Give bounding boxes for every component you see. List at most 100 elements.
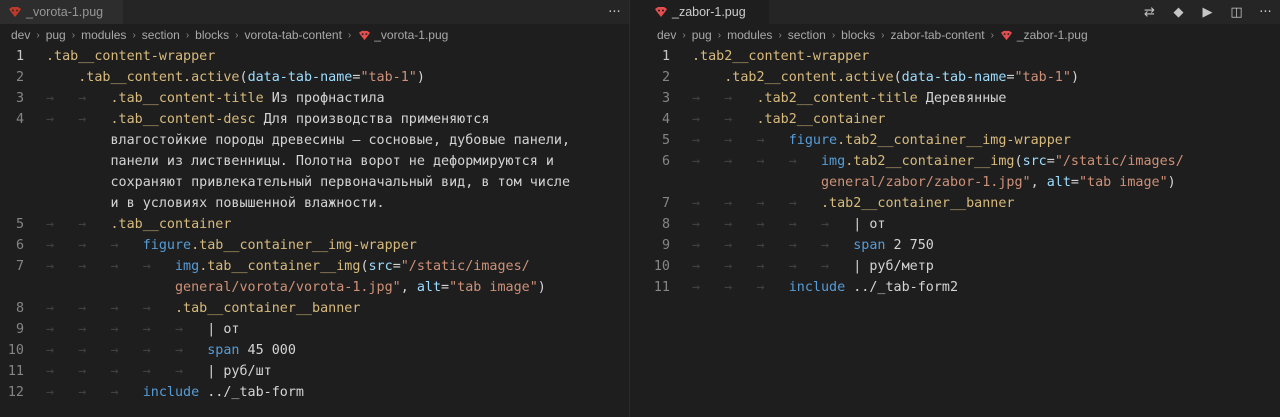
code-line[interactable]: и в условиях повышенной влажности. <box>0 193 629 214</box>
token-sel: .tab2__container <box>756 112 886 127</box>
line-number: 10 <box>7 343 24 358</box>
line-number: 4 <box>661 112 670 127</box>
code-line[interactable]: 5 → → → figure.tab2__container__img-wrapp… <box>646 130 1280 151</box>
breadcrumb-item[interactable]: pug <box>46 28 66 42</box>
chevron-right-icon: › <box>347 29 352 41</box>
token-ws: → → → → → <box>46 322 208 337</box>
code-line[interactable]: 11 → → → → → | руб/шт <box>0 361 629 382</box>
split-divider[interactable] <box>629 0 646 417</box>
code-line[interactable]: 4 → → .tab__content-desc Для производства… <box>0 109 629 130</box>
code-line[interactable]: 12 → → → include ../_tab-form <box>0 382 629 403</box>
code-line[interactable]: 9 → → → → → span 2 750 <box>646 235 1280 256</box>
code-line[interactable]: 9 → → → → → | от <box>0 319 629 340</box>
code-line[interactable]: влагостойкие породы древесины – сосновые… <box>0 130 629 151</box>
line-number: 9 <box>15 322 24 337</box>
code-line[interactable]: 7 → → → → .tab2__container__banner <box>646 193 1280 214</box>
code-text: → → → → → | от <box>692 214 886 235</box>
breadcrumb-file-label: _vorota-1.pug <box>374 28 449 42</box>
code-line[interactable]: 2 .tab__content.active(data-tab-name="ta… <box>0 67 629 88</box>
code-line[interactable]: 4 → → .tab2__container <box>646 109 1280 130</box>
breadcrumb-file[interactable]: _vorota-1.pug <box>357 28 448 42</box>
breadcrumb-item[interactable]: zabor-tab-content <box>891 28 985 42</box>
code-view-left[interactable]: 1 .tab__content-wrapper 2 .tab__content.ac… <box>0 46 629 417</box>
token-kw: img <box>175 259 200 274</box>
token-sel: .tab__content.active <box>78 70 240 85</box>
breadcrumb-item[interactable]: pug <box>692 28 712 42</box>
breadcrumb-item[interactable]: modules <box>727 28 772 42</box>
code-line[interactable]: 3 → → .tab__content-title Из профнастила <box>0 88 629 109</box>
code-line[interactable]: 2 .tab2__content.active(data-tab-name="t… <box>646 67 1280 88</box>
tab-bar-left: _vorota-1.pug ··· <box>0 0 629 24</box>
token-attr: alt <box>416 280 442 295</box>
more-actions-icon[interactable]: ··· <box>600 0 629 24</box>
code-line[interactable]: 10 → → → → → | руб/метр <box>646 256 1280 277</box>
token-ws: → → → → <box>46 301 175 316</box>
token-kw: figure <box>788 133 838 148</box>
open-changes-icon[interactable]: ⇄ <box>1135 0 1164 24</box>
token-ws: → → → <box>46 385 143 400</box>
tab-label: _zabor-1.pug <box>672 5 746 19</box>
breadcrumb-item[interactable]: section <box>788 28 826 42</box>
token-pipe: | руб/шт <box>207 364 272 379</box>
chevron-right-icon: › <box>36 29 40 41</box>
code-text: → → → → → span 45 000 <box>46 340 296 361</box>
token-sel: .tab__container <box>110 217 232 232</box>
token-plain: 2 750 <box>885 238 934 253</box>
tab-zabor-1[interactable]: _zabor-1.pug <box>646 0 770 24</box>
token-plain: ( <box>360 259 369 274</box>
code-line[interactable]: сохраняют привлекательный первоначальный… <box>0 172 629 193</box>
breadcrumb-item[interactable]: blocks <box>195 28 229 42</box>
code-line[interactable]: general/zabor/zabor-1.jpg", alt="tab ima… <box>646 172 1280 193</box>
token-plain: панели из лиственницы. Полотна ворот не … <box>46 154 554 169</box>
line-number: 7 <box>15 259 24 274</box>
breadcrumb-item[interactable]: blocks <box>841 28 875 42</box>
code-line[interactable]: 8 → → → → .tab__container__banner <box>0 298 629 319</box>
tab-vorota-1[interactable]: _vorota-1.pug <box>0 0 124 24</box>
code-line[interactable]: панели из лиственницы. Полотна ворот не … <box>0 151 629 172</box>
token-ws: → → → <box>692 280 789 295</box>
code-line[interactable]: general/vorota/vorota-1.jpg", alt="tab i… <box>0 277 629 298</box>
breadcrumb-file-label: _zabor-1.pug <box>1016 28 1088 42</box>
code-line[interactable]: 10 → → → → → span 45 000 <box>0 340 629 361</box>
editor-group-left: _vorota-1.pug ··· dev › pug › modules › sectio… <box>0 0 629 417</box>
code-line[interactable]: 6 → → → → img.tab2__container__img(src="/… <box>646 151 1280 172</box>
code-line[interactable]: 8 → → → → → | от <box>646 214 1280 235</box>
token-plain: Для производства применяются <box>255 112 490 127</box>
token-attr: data-tab-name <box>901 70 1007 85</box>
line-number: 11 <box>7 364 24 379</box>
token-sel: .tab2__container__banner <box>821 196 1015 211</box>
code-line[interactable]: 6 → → → figure.tab__container__img-wrappe… <box>0 235 629 256</box>
code-text: .tab__content.active(data-tab-name="tab-… <box>46 67 425 88</box>
breadcrumb-item[interactable]: section <box>142 28 180 42</box>
more-actions-icon[interactable]: ··· <box>1251 0 1280 24</box>
breadcrumb-item[interactable]: dev <box>657 28 676 42</box>
code-line[interactable]: 1 .tab2__content-wrapper <box>646 46 1280 67</box>
token-sel: .tab__container__banner <box>175 301 361 316</box>
token-ws: → → → → <box>692 196 821 211</box>
code-line[interactable]: 3 → → .tab2__content-title Деревянные <box>646 88 1280 109</box>
line-number: 12 <box>7 385 24 400</box>
code-line[interactable]: 7 → → → → img.tab__container__img(src="/s… <box>0 256 629 277</box>
token-pipe: | руб/метр <box>853 259 934 274</box>
code-line[interactable]: 5 → → .tab__container <box>0 214 629 235</box>
code-text: и в условиях повышенной влажности. <box>46 193 384 214</box>
code-view-right[interactable]: 1 .tab2__content-wrapper 2 .tab2__content.… <box>646 46 1280 417</box>
pug-file-icon <box>8 5 22 19</box>
token-plain: , <box>1030 175 1047 190</box>
run-icon[interactable]: ▶ <box>1193 0 1222 24</box>
token-attr: data-tab-name <box>247 70 353 85</box>
split-editor-icon[interactable]: ◫ <box>1222 0 1251 24</box>
chevron-right-icon: › <box>185 29 190 41</box>
code-line[interactable]: 1 .tab__content-wrapper <box>0 46 629 67</box>
breadcrumb-item[interactable]: modules <box>81 28 126 42</box>
chevron-right-icon: › <box>990 29 994 41</box>
chevron-right-icon: › <box>881 29 885 41</box>
breadcrumb-item[interactable]: vorota-tab-content <box>245 28 342 42</box>
pug-file-icon <box>357 28 371 42</box>
git-commit-icon[interactable]: ◆ <box>1164 0 1193 24</box>
code-line[interactable]: 11 → → → include ../_tab-form2 <box>646 277 1280 298</box>
breadcrumb-item[interactable]: dev <box>11 28 30 42</box>
code-text: → → → → .tab__container__banner <box>46 298 360 319</box>
breadcrumb-file[interactable]: _zabor-1.pug <box>1000 28 1088 42</box>
token-sel: .tab2__content-wrapper <box>692 49 870 64</box>
